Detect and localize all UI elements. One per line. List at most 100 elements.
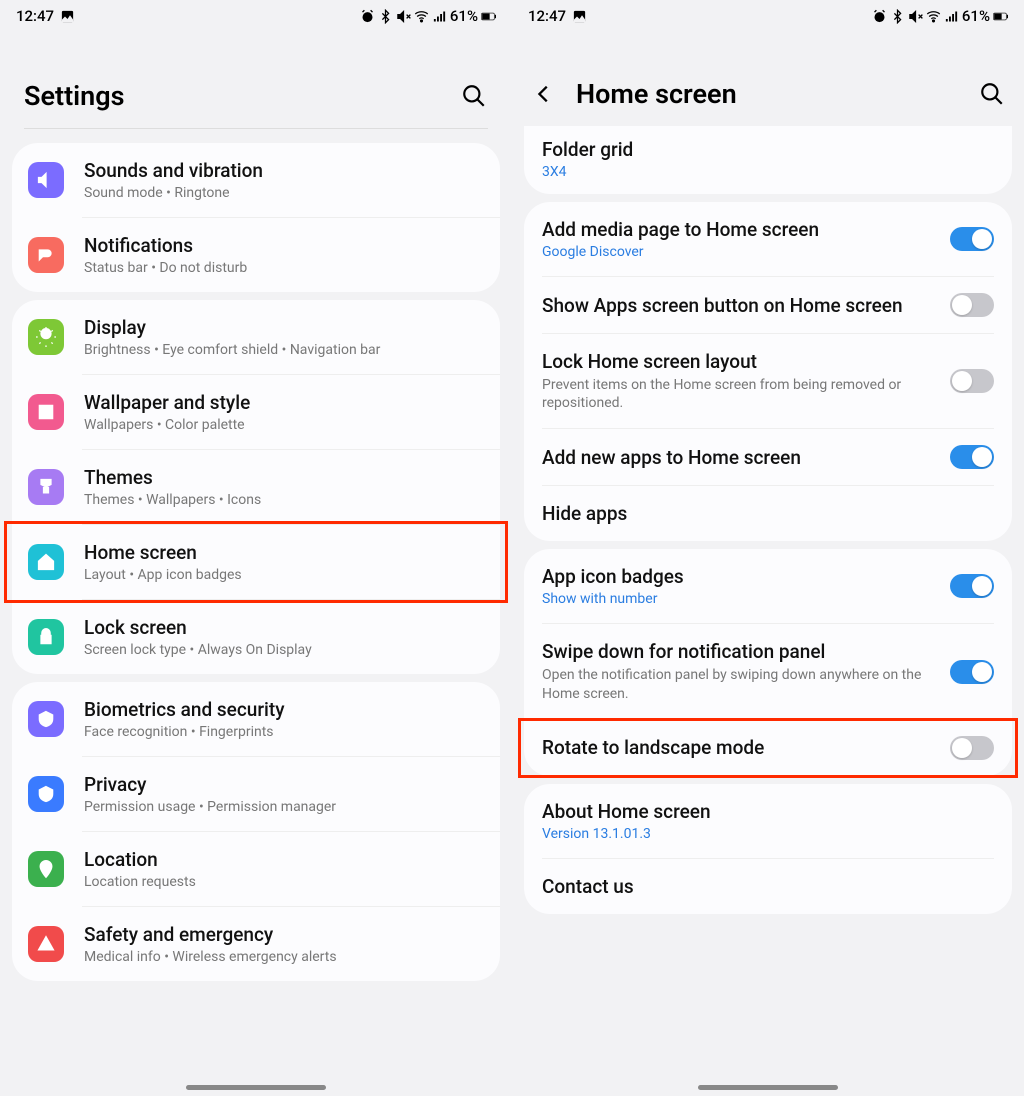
search-button[interactable] <box>978 80 1006 108</box>
alarm-icon <box>360 9 375 24</box>
row-title: Safety and emergency <box>84 923 482 946</box>
signal-icon <box>944 9 959 24</box>
row-title: Privacy <box>84 773 482 796</box>
row-badges[interactable]: App icon badges Show with number <box>524 549 1012 623</box>
picture-icon <box>60 9 75 24</box>
row-title: Rotate to landscape mode <box>542 736 940 759</box>
row-title: Add media page to Home screen <box>542 218 940 241</box>
row-display[interactable]: DisplayBrightness • Eye comfort shield •… <box>12 300 500 374</box>
row-contact[interactable]: Contact us <box>524 859 1012 914</box>
settings-group: Biometrics and security Face recognition … <box>12 682 500 981</box>
row-notifications[interactable]: Notifications Status bar • Do not disturb <box>12 218 500 292</box>
row-subtitle: Location requests <box>84 874 482 890</box>
row-title: Display <box>84 316 482 339</box>
row-apps-btn[interactable]: Show Apps screen button on Home screen <box>524 277 1012 333</box>
status-time: 12:47 <box>16 7 54 25</box>
home-indicator[interactable] <box>186 1085 326 1090</box>
back-button[interactable] <box>530 80 558 108</box>
settings-group: App icon badges Show with number Swipe dow… <box>524 549 1012 775</box>
bluetooth-icon <box>890 9 905 24</box>
row-safety[interactable]: Safety and emergency Medical info • Wirel… <box>12 907 500 981</box>
status-bar: 12:47 61% <box>512 0 1024 32</box>
search-button[interactable] <box>460 82 488 110</box>
row-title: About Home screen <box>542 800 984 823</box>
row-title: Wallpaper and style <box>84 391 482 414</box>
row-title: Contact us <box>542 875 984 898</box>
settings-header: Settings <box>0 32 512 128</box>
row-title: App icon badges <box>542 565 940 588</box>
row-subtitle: Open the notification panel by swiping d… <box>542 666 940 702</box>
toggle-media-page[interactable] <box>950 227 994 251</box>
row-value: Google Discover <box>542 244 940 260</box>
row-value: Version 13.1.01.3 <box>542 826 984 842</box>
row-media-page[interactable]: Add media page to Home screen Google Disc… <box>524 202 1012 276</box>
row-swipe-down[interactable]: Swipe down for notification panel Open th… <box>524 624 1012 718</box>
wallpaper-icon <box>28 394 64 430</box>
home-screen-list[interactable]: Folder grid 3X4 Add media page to Home s… <box>512 126 1024 1096</box>
row-home-screen[interactable]: Home screenLayout • App icon badges <box>12 525 500 599</box>
row-value: 3X4 <box>542 164 984 180</box>
alarm-icon <box>872 9 887 24</box>
toggle-swipe-down[interactable] <box>950 660 994 684</box>
row-subtitle: Medical info • Wireless emergency alerts <box>84 949 482 965</box>
row-privacy[interactable]: PrivacyPermission usage • Permission man… <box>12 757 500 831</box>
row-folder-grid[interactable]: Folder grid 3X4 <box>524 128 1012 194</box>
settings-pane: 12:47 61% Settings Sounds and vibrationS… <box>0 0 512 1096</box>
row-title: Swipe down for notification panel <box>542 640 940 663</box>
battery-pct: 61% <box>450 7 478 25</box>
row-title: Lock screen <box>84 616 482 639</box>
row-subtitle: Sound mode • Ringtone <box>84 185 482 201</box>
row-subtitle: Screen lock type • Always On Display <box>84 642 482 658</box>
row-title: Notifications <box>84 234 482 257</box>
row-title: Show Apps screen button on Home screen <box>542 294 940 317</box>
row-title: Biometrics and security <box>84 698 482 721</box>
status-bar: 12:47 61% <box>0 0 512 32</box>
home-screen-icon <box>28 544 64 580</box>
row-title: Folder grid <box>542 138 984 161</box>
row-title: Add new apps to Home screen <box>542 446 940 469</box>
row-add-new[interactable]: Add new apps to Home screen <box>524 429 1012 485</box>
row-wallpaper[interactable]: Wallpaper and styleWallpapers • Color pa… <box>12 375 500 449</box>
location-icon <box>28 851 64 887</box>
search-icon <box>979 81 1005 107</box>
row-subtitle: Themes • Wallpapers • Icons <box>84 492 482 508</box>
page-title: Settings <box>24 80 442 112</box>
safety-icon <box>28 926 64 962</box>
wifi-icon <box>414 9 429 24</box>
row-title: Location <box>84 848 482 871</box>
toggle-lock-layout[interactable] <box>950 369 994 393</box>
row-title: Themes <box>84 466 482 489</box>
row-hide-apps[interactable]: Hide apps <box>524 486 1012 541</box>
row-location[interactable]: Location Location requests <box>12 832 500 906</box>
toggle-rotate[interactable] <box>950 736 994 760</box>
row-title: Hide apps <box>542 502 984 525</box>
row-value: Show with number <box>542 591 940 607</box>
row-subtitle: Face recognition • Fingerprints <box>84 724 482 740</box>
header-divider <box>24 128 488 129</box>
home-indicator[interactable] <box>698 1085 838 1090</box>
status-time: 12:47 <box>528 7 566 25</box>
row-rotate[interactable]: Rotate to landscape mode <box>524 720 1012 776</box>
home-screen-pane: 12:47 61% Home screen Folder grid <box>512 0 1024 1096</box>
toggle-apps-btn[interactable] <box>950 293 994 317</box>
battery-pct: 61% <box>962 7 990 25</box>
settings-group: Sounds and vibrationSound mode • Rington… <box>12 143 500 292</box>
row-about[interactable]: About Home screen Version 13.1.01.3 <box>524 784 1012 858</box>
row-subtitle: Status bar • Do not disturb <box>84 260 482 276</box>
row-lock-layout[interactable]: Lock Home screen layoutPrevent items on … <box>524 334 1012 428</box>
row-sounds[interactable]: Sounds and vibrationSound mode • Rington… <box>12 143 500 217</box>
page-title: Home screen <box>576 78 960 110</box>
display-icon <box>28 319 64 355</box>
toggle-add-new[interactable] <box>950 445 994 469</box>
settings-group: Folder grid 3X4 <box>524 126 1012 194</box>
row-lock-screen[interactable]: Lock screen Screen lock type • Always On … <box>12 600 500 674</box>
home-screen-header: Home screen <box>512 32 1024 126</box>
mute-icon <box>396 9 411 24</box>
row-themes[interactable]: Themes Themes • Wallpapers • Icons <box>12 450 500 524</box>
settings-list[interactable]: Sounds and vibrationSound mode • Rington… <box>0 135 512 1096</box>
lock-screen-icon <box>28 619 64 655</box>
toggle-badges[interactable] <box>950 574 994 598</box>
picture-icon <box>572 9 587 24</box>
row-biometrics[interactable]: Biometrics and security Face recognition … <box>12 682 500 756</box>
settings-group: DisplayBrightness • Eye comfort shield •… <box>12 300 500 674</box>
